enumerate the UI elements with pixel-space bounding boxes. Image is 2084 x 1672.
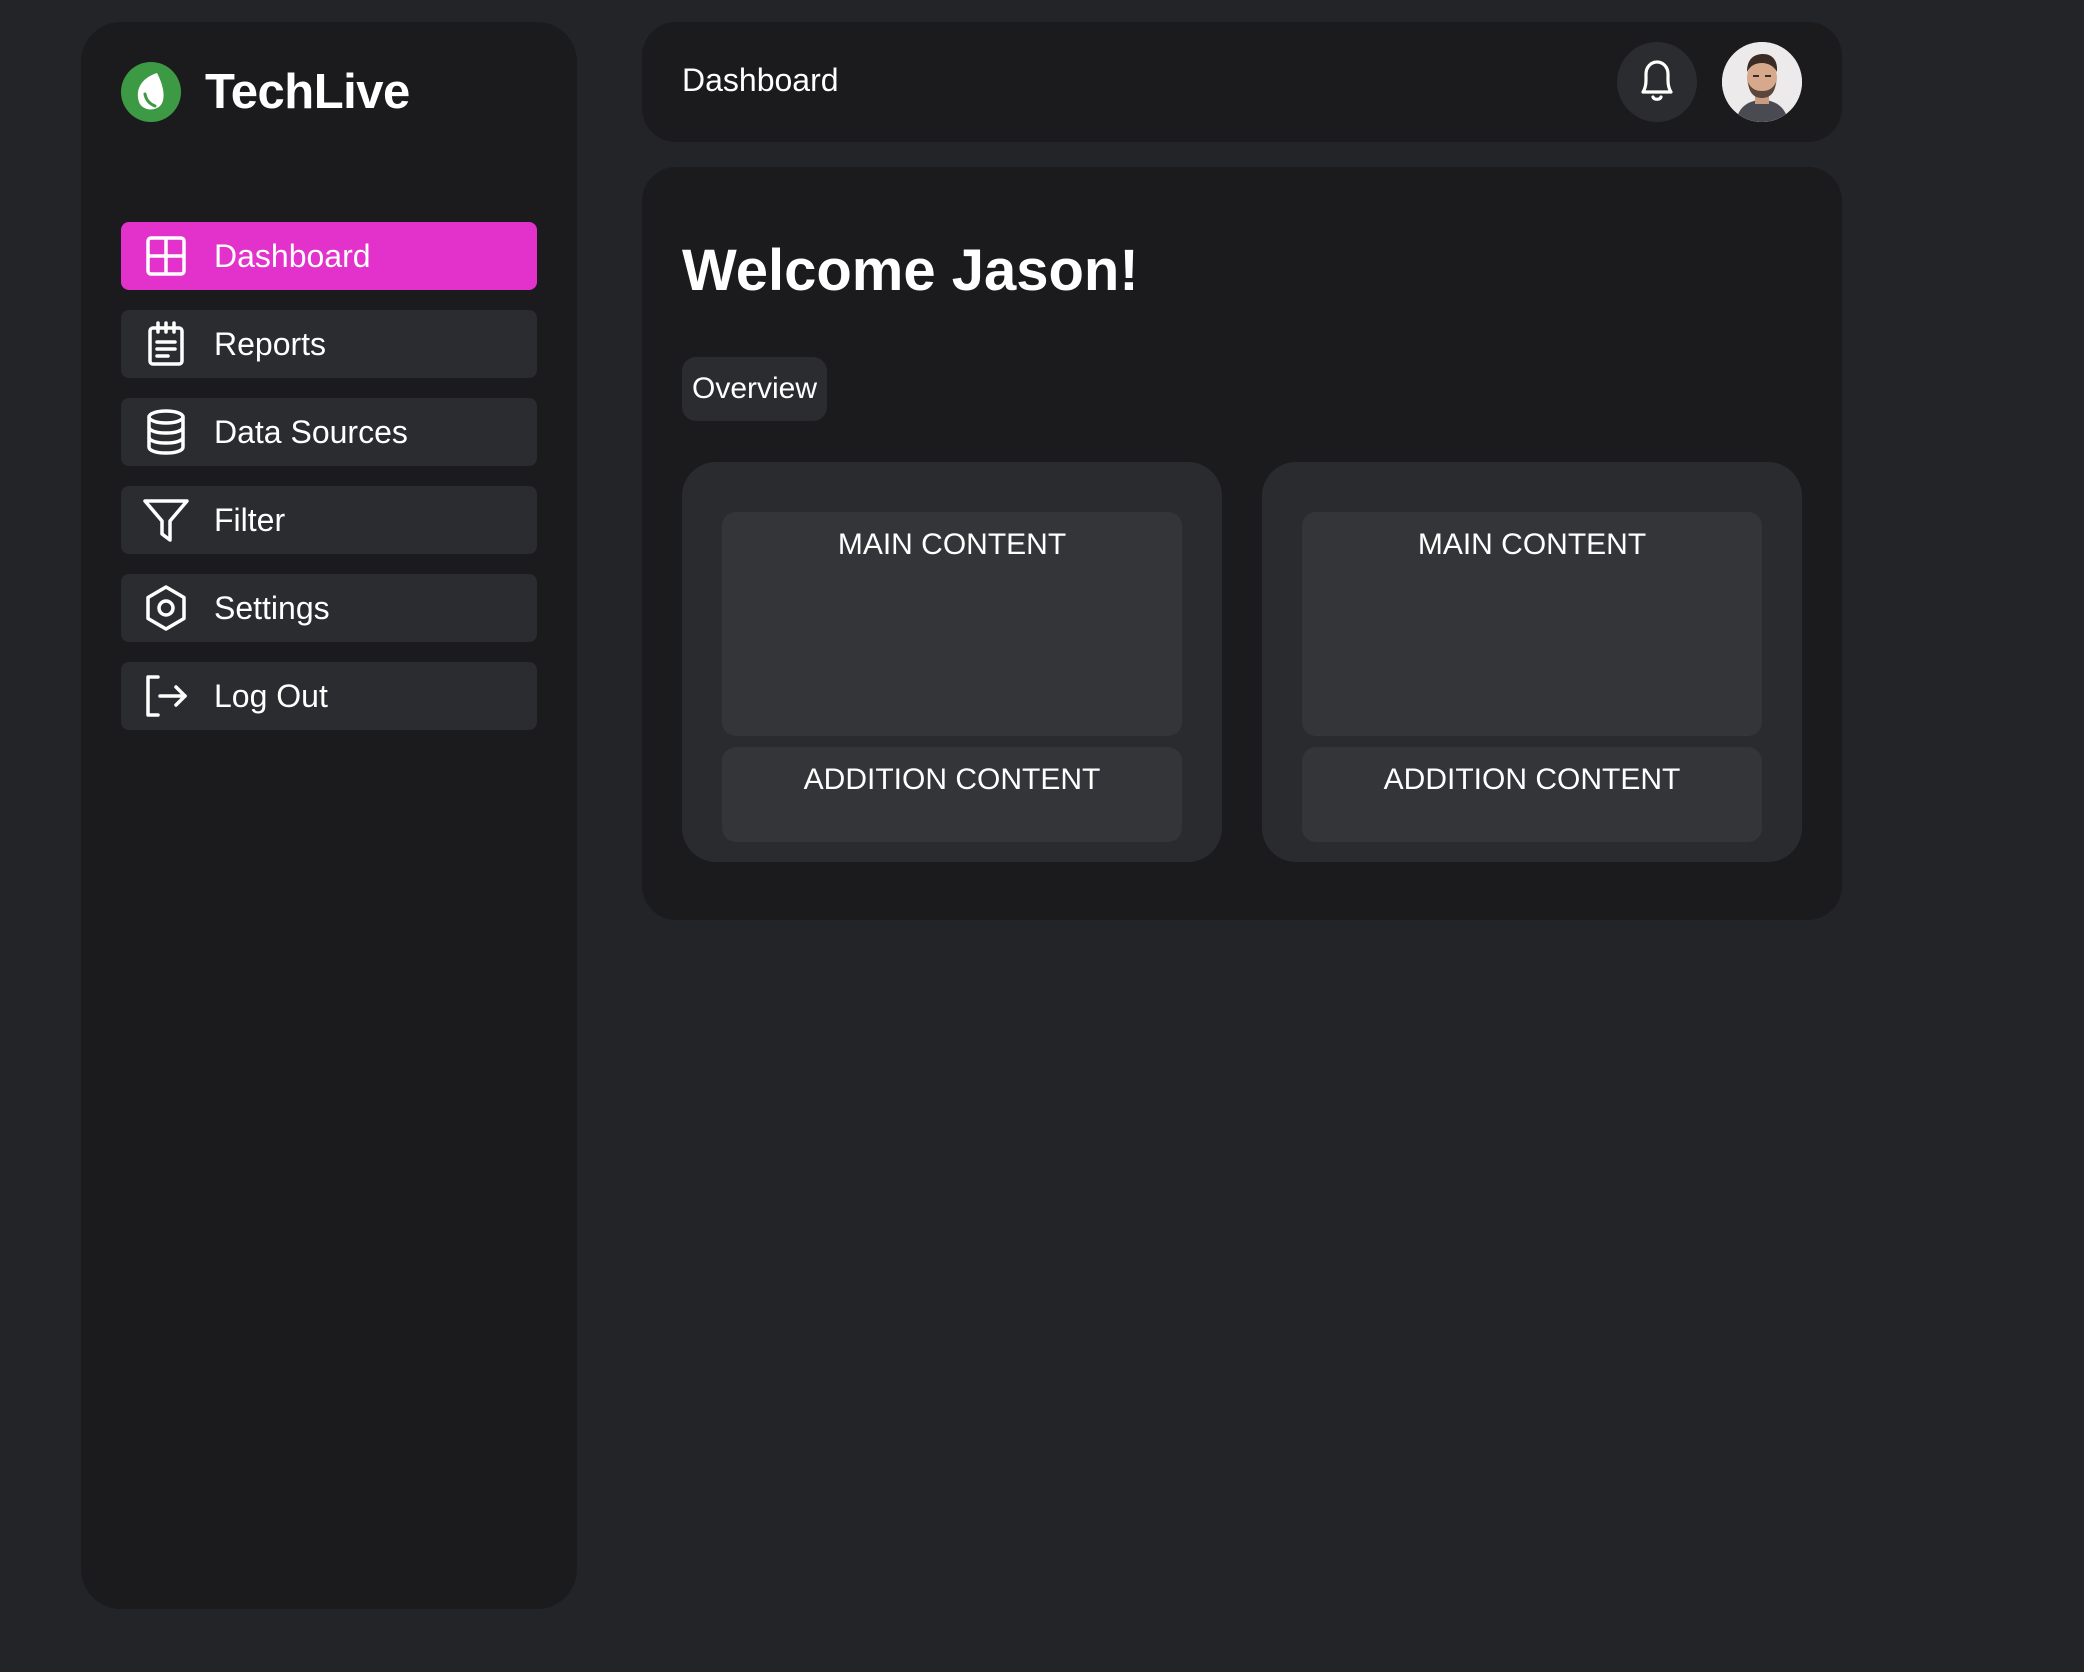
hexagon-gear-icon [142, 584, 190, 632]
main-content-box: MAIN CONTENT [1302, 512, 1762, 736]
sidebar-item-label: Filter [214, 501, 286, 538]
addition-content-box: ADDITION CONTENT [722, 747, 1182, 842]
dashboard-grid-icon [142, 232, 190, 280]
addition-content-box: ADDITION CONTENT [1302, 747, 1762, 842]
main-panel: Welcome Jason! Overview MAIN CONTENT ADD… [642, 167, 1842, 920]
sidebar-item-label: Log Out [214, 677, 328, 714]
leaf-icon [121, 62, 181, 122]
sidebar-item-label: Settings [214, 589, 330, 626]
filter-funnel-icon [142, 496, 190, 544]
logout-arrow-icon [142, 672, 190, 720]
sidebar-item-log-out[interactable]: Log Out [121, 662, 537, 730]
content-card: MAIN CONTENT ADDITION CONTENT [1262, 462, 1802, 862]
database-icon [142, 408, 190, 456]
tab-overview[interactable]: Overview [682, 357, 828, 421]
content-card: MAIN CONTENT ADDITION CONTENT [682, 462, 1222, 862]
sidebar-item-filter[interactable]: Filter [121, 486, 537, 554]
welcome-heading: Welcome Jason! [682, 238, 1139, 303]
sidebar-item-label: Dashboard [214, 237, 371, 274]
sidebar-item-data-sources[interactable]: Data Sources [121, 398, 537, 466]
notepad-icon [142, 320, 190, 368]
user-avatar[interactable] [1722, 42, 1802, 122]
sidebar-item-label: Data Sources [214, 413, 408, 450]
dashboard-page: TechLive Dashboard Reports Data Sources … [0, 0, 2084, 1672]
bell-icon [1635, 56, 1679, 109]
notifications-button[interactable] [1617, 42, 1697, 122]
sidebar-item-settings[interactable]: Settings [121, 574, 537, 642]
page-title: Dashboard [682, 62, 839, 98]
sidebar: TechLive Dashboard Reports Data Sources … [81, 22, 577, 1609]
sidebar-item-reports[interactable]: Reports [121, 310, 537, 378]
sidebar-item-dashboard[interactable]: Dashboard [121, 222, 537, 290]
brand-name: TechLive [205, 65, 410, 119]
brand[interactable]: TechLive [121, 62, 410, 122]
main-content-box: MAIN CONTENT [722, 512, 1182, 736]
sidebar-nav: Dashboard Reports Data Sources Filter Se… [121, 222, 537, 750]
top-header: Dashboard [642, 22, 1842, 142]
sidebar-item-label: Reports [214, 325, 327, 362]
